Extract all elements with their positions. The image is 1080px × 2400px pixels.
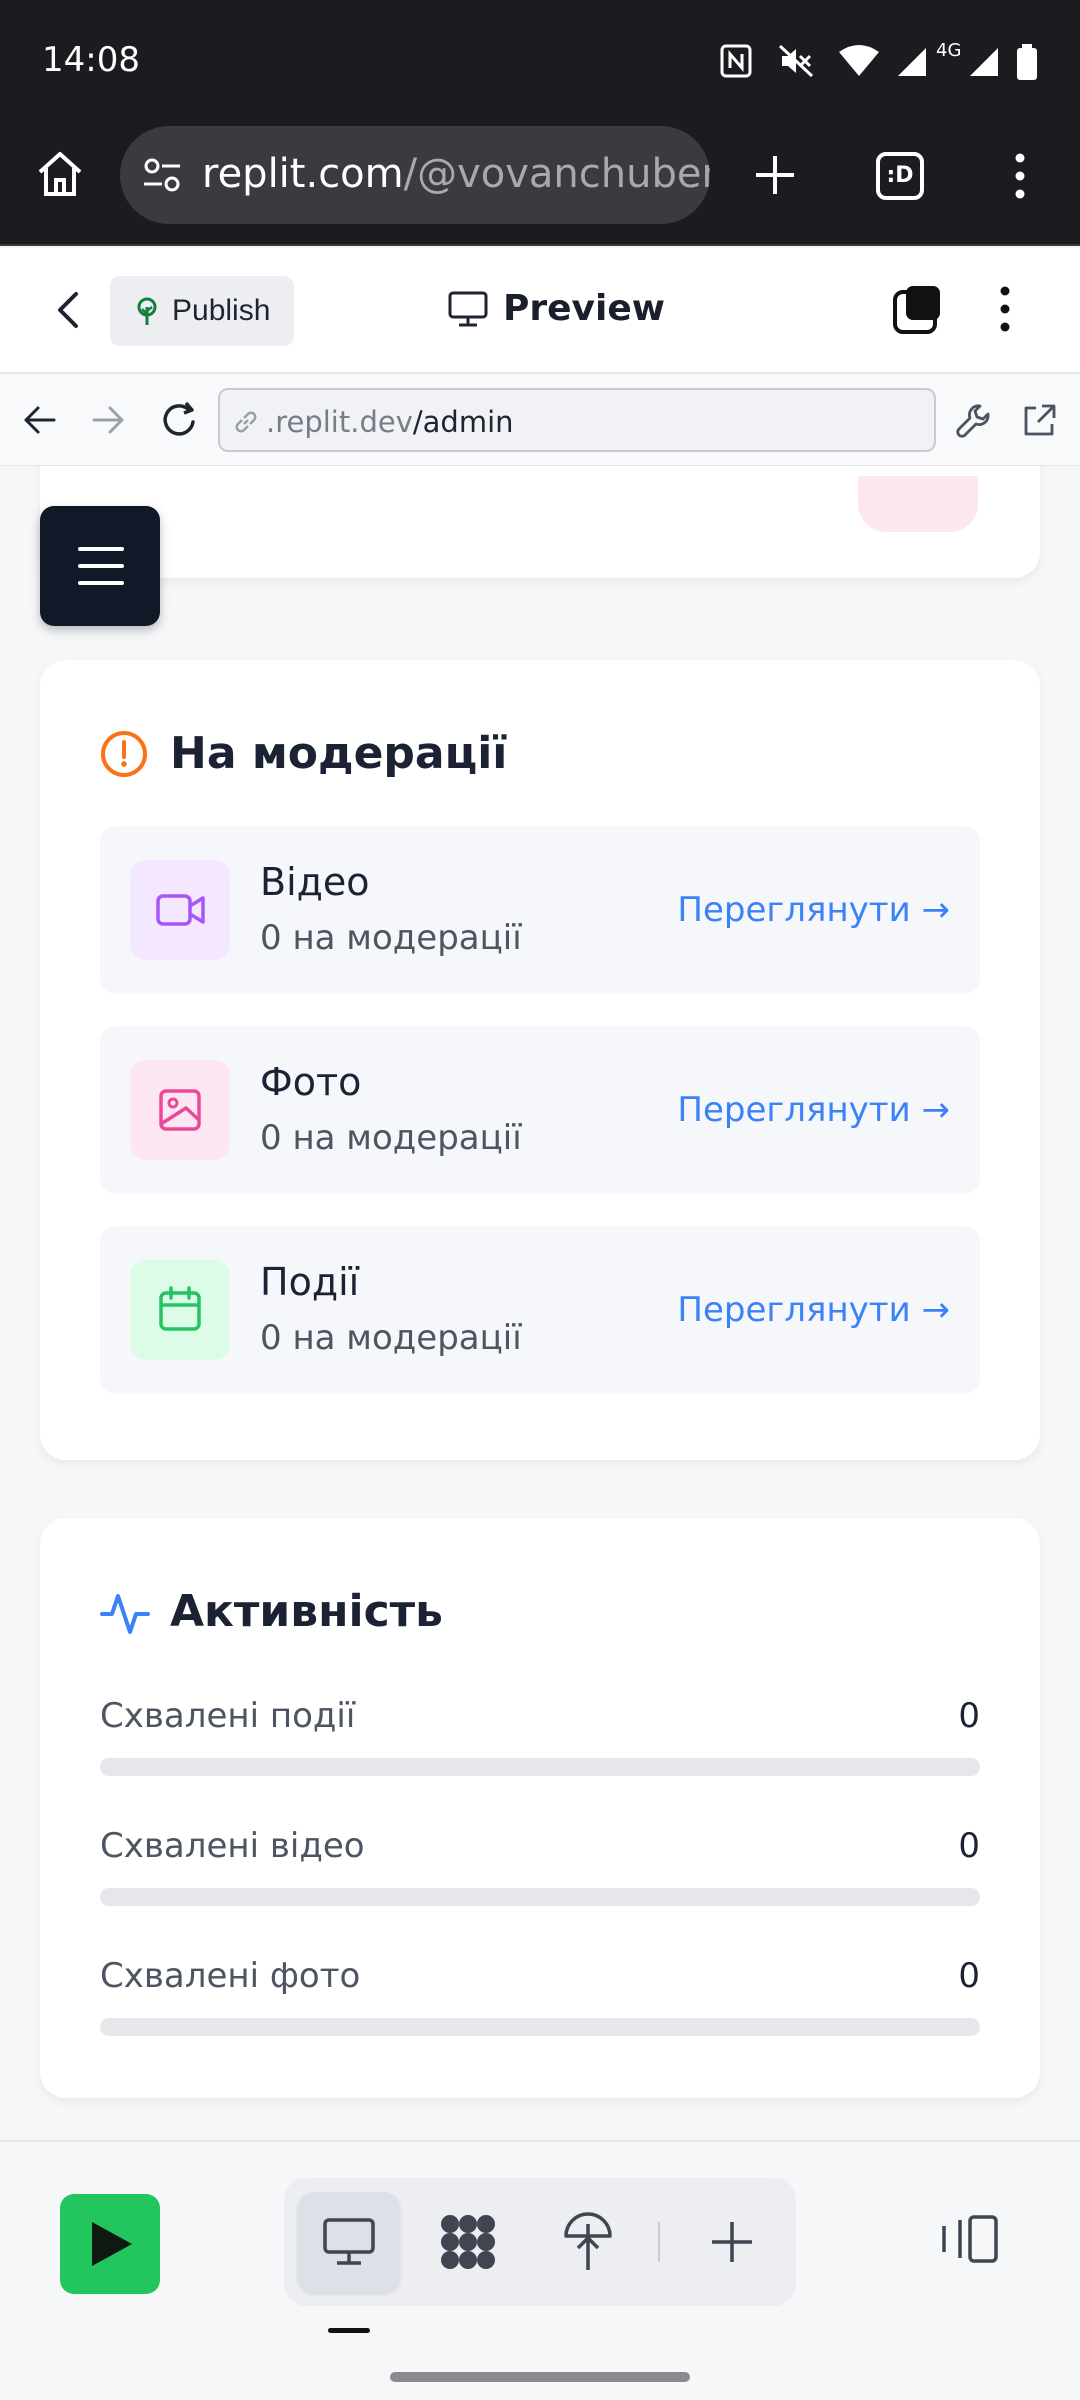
nfc-icon	[720, 44, 752, 78]
calendar-icon	[158, 1286, 202, 1332]
video-icon	[156, 890, 206, 930]
url-path: /@vovanchubenk	[403, 151, 710, 197]
stats-card-partial	[40, 466, 1040, 578]
back-chevron-icon[interactable]	[52, 290, 84, 330]
publish-button[interactable]: Publish	[110, 276, 294, 346]
view-videos-link[interactable]: Переглянути →	[677, 890, 950, 930]
open-external-icon[interactable]	[1020, 402, 1058, 440]
more-options-icon[interactable]	[1008, 152, 1032, 200]
activity-label: Схвалені події	[100, 1696, 356, 1736]
menu-button[interactable]	[40, 506, 160, 626]
home-icon[interactable]	[36, 150, 84, 198]
split-panel-icon[interactable]	[940, 2214, 1000, 2264]
preview-url-path: /admin	[412, 405, 514, 439]
link-icon	[232, 408, 260, 436]
moderation-card: На модерації Відео 0 на модерації Перегл…	[40, 660, 1040, 1460]
bottom-dock	[0, 2140, 1080, 2400]
alert-circle-icon	[100, 730, 148, 778]
network-type-label: 4G	[936, 40, 962, 61]
address-bar[interactable]: replit.com/@vovanchubenk	[120, 126, 710, 224]
moderation-item-count: 0 на модерації	[260, 918, 522, 958]
moderation-item-count: 0 на модерації	[260, 1318, 522, 1358]
tabs-stack-icon[interactable]	[892, 284, 942, 334]
moderation-title: На модерації	[170, 728, 508, 779]
video-icon-box	[130, 860, 230, 960]
activity-progress-track	[100, 2018, 980, 2036]
tab-switcher-button[interactable]: :D	[876, 152, 924, 200]
run-button[interactable]	[60, 2194, 160, 2294]
preview-tool-button[interactable]	[298, 2192, 400, 2292]
monitor-icon	[448, 290, 488, 328]
moderation-item-photo: Фото 0 на модерації Переглянути →	[100, 1026, 980, 1194]
url-domain: replit.com	[202, 151, 404, 197]
activity-value: 0	[958, 1956, 980, 1996]
add-tool-icon[interactable]	[708, 2218, 756, 2266]
moderation-item-count: 0 на модерації	[260, 1118, 522, 1158]
site-settings-icon[interactable]	[142, 156, 182, 196]
activity-progress-track	[100, 1888, 980, 1906]
activity-label: Схвалені відео	[100, 1826, 365, 1866]
activity-value: 0	[958, 1696, 980, 1736]
preview-url-field[interactable]: .replit.dev/admin	[218, 388, 936, 452]
image-icon	[158, 1088, 202, 1132]
preview-toolbar: .replit.dev/admin	[0, 374, 1080, 466]
arrow-forward-icon[interactable]	[92, 404, 126, 436]
arrow-back-icon[interactable]	[22, 404, 56, 436]
stat-icon-fragment	[858, 476, 978, 532]
replit-header: Publish Preview	[0, 248, 1080, 374]
wifi-icon	[838, 44, 880, 78]
activity-card: Активність Схвалені події 0 Схвалені від…	[40, 1518, 1040, 2098]
signal-icon	[896, 44, 928, 78]
gesture-navigation-bar[interactable]	[390, 2372, 690, 2382]
activity-progress-track	[100, 1758, 980, 1776]
calendar-icon-box	[130, 1260, 230, 1360]
dock-tool-group	[284, 2178, 796, 2306]
battery-icon	[1016, 44, 1038, 80]
publish-label: Publish	[172, 294, 271, 327]
preview-url-domain: .replit.dev	[266, 405, 413, 439]
moderation-item-title: Події	[260, 1260, 360, 1304]
view-events-link[interactable]: Переглянути →	[677, 1290, 950, 1330]
monitor-icon	[322, 2216, 376, 2268]
preview-url-text: .replit.dev/admin	[266, 405, 514, 439]
url-text: replit.com/@vovanchubenk	[202, 151, 710, 197]
wrench-icon[interactable]	[956, 402, 994, 440]
publish-tree-icon	[132, 296, 162, 326]
moderation-item-video: Відео 0 на модерації Переглянути →	[100, 826, 980, 994]
activity-pulse-icon	[100, 1588, 150, 1638]
activity-value: 0	[958, 1826, 980, 1866]
moderation-item-events: Події 0 на модерації Переглянути →	[100, 1226, 980, 1394]
hamburger-icon	[78, 544, 124, 588]
moderation-item-title: Фото	[260, 1060, 362, 1104]
header-more-icon[interactable]	[990, 284, 1020, 334]
admin-page: На модерації Відео 0 на модерації Перегл…	[0, 466, 1080, 2140]
workspace-tools-icon[interactable]	[436, 2210, 500, 2274]
4g-signal-icon	[968, 44, 1000, 78]
active-tab-indicator	[328, 2328, 370, 2333]
browser-toolbar: replit.com/@vovanchubenk :D	[0, 126, 1080, 246]
status-time: 14:08	[42, 40, 140, 80]
deploy-tree-icon[interactable]	[560, 2208, 616, 2272]
moderation-item-title: Відео	[260, 860, 370, 904]
play-icon	[90, 2220, 134, 2268]
preview-label[interactable]: Preview	[503, 288, 665, 329]
activity-label: Схвалені фото	[100, 1956, 361, 1996]
image-icon-box	[130, 1060, 230, 1160]
new-tab-icon[interactable]	[752, 152, 798, 198]
reload-icon[interactable]	[160, 400, 200, 440]
activity-title: Активність	[170, 1586, 443, 1637]
view-photos-link[interactable]: Переглянути →	[677, 1090, 950, 1130]
status-bar: 14:08 4G	[0, 0, 1080, 126]
mute-icon	[778, 44, 814, 78]
dock-divider	[658, 2222, 660, 2262]
